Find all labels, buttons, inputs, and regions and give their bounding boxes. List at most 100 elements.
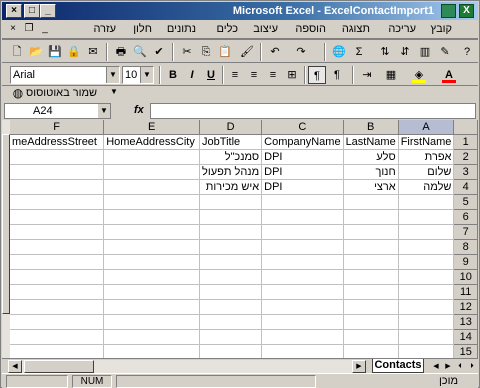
menu-help[interactable]: עזרה (94, 23, 116, 35)
cell-a10[interactable] (398, 269, 455, 285)
row-header[interactable]: 13 (453, 314, 478, 330)
cell-d1[interactable]: JobTitle (199, 134, 263, 150)
title-bar[interactable]: × □ _ Microsoft Excel - ExcelContactImpo… (2, 2, 478, 20)
cell-f8[interactable] (10, 239, 105, 255)
spelling-icon[interactable]: ✔ (150, 43, 168, 61)
cell-c9[interactable] (261, 254, 344, 270)
sheet-tab-contacts[interactable]: Contacts (372, 359, 424, 373)
cell-e13[interactable] (103, 314, 201, 330)
cell-c12[interactable] (261, 299, 344, 315)
cell-c6[interactable] (261, 209, 344, 225)
font-color-icon[interactable]: A (440, 66, 458, 84)
cell-b6[interactable] (343, 209, 399, 225)
cell-e2[interactable] (103, 149, 201, 165)
cell-b1[interactable]: LastName (343, 134, 399, 150)
cell-e7[interactable] (103, 224, 201, 240)
cell-d8[interactable] (199, 239, 263, 255)
cell-a4[interactable]: שלמה (398, 179, 455, 195)
align-left-icon[interactable]: ≡ (226, 66, 244, 84)
cell-a2[interactable]: אפרת (398, 149, 455, 165)
cell-c4[interactable]: DPI (261, 179, 344, 195)
open-icon[interactable]: 📂 (27, 43, 45, 61)
cell-f1[interactable]: meAddressStreet (10, 134, 105, 150)
sheet-table[interactable]: F E D C B A meAddressStreet HomeAddressCi… (10, 120, 478, 358)
paste-icon[interactable]: 📋 (216, 43, 234, 61)
chevron-down-icon[interactable]: ▼ (110, 87, 118, 96)
cell-b3[interactable]: חנוך (343, 164, 399, 180)
column-header-a[interactable]: A (398, 120, 455, 135)
merge-center-icon[interactable]: ⊞ (283, 66, 301, 84)
chevron-down-icon[interactable]: ▼ (106, 67, 119, 83)
minimize-button[interactable]: _ (40, 4, 56, 18)
scroll-right-icon[interactable]: ▶ (352, 360, 366, 373)
cell-d13[interactable] (199, 314, 263, 330)
undo-icon[interactable]: ↶ (266, 43, 284, 61)
cell-d6[interactable] (199, 209, 263, 225)
cell-e3[interactable] (103, 164, 201, 180)
cell-e14[interactable] (103, 329, 201, 345)
cell-a3[interactable]: שלום (398, 164, 455, 180)
mdi-close-button[interactable]: × (6, 23, 20, 36)
cell-b11[interactable] (343, 284, 399, 300)
cell-e10[interactable] (103, 269, 201, 285)
cell-c10[interactable] (261, 269, 344, 285)
row-header[interactable]: 5 (453, 194, 478, 210)
cell-d14[interactable] (199, 329, 263, 345)
cell-f7[interactable] (10, 224, 105, 240)
cell-f3[interactable] (10, 164, 105, 180)
tab-first-icon[interactable]: ⏴ (454, 361, 466, 372)
row-header[interactable]: 9 (453, 254, 478, 270)
cell-f6[interactable] (10, 209, 105, 225)
menu-view[interactable]: תצוגה (342, 23, 370, 35)
horizontal-scrollbar[interactable]: ◀ ▶ (8, 360, 366, 373)
row-header[interactable]: 4 (453, 179, 478, 195)
sort-descending-icon[interactable]: ⇵ (396, 43, 414, 61)
cell-c3[interactable]: DPI (261, 164, 344, 180)
rtl-direction-icon[interactable]: ¶ (308, 66, 326, 84)
cell-e1[interactable]: HomeAddressCity (103, 134, 201, 150)
cell-e9[interactable] (103, 254, 201, 270)
excel-icon[interactable]: X (459, 4, 474, 18)
cell-b15[interactable] (343, 344, 399, 358)
cell-e4[interactable] (103, 179, 201, 195)
menu-window[interactable]: חלון (133, 23, 152, 35)
italic-button[interactable]: I (183, 66, 201, 84)
indent-icon[interactable]: ⇥ (358, 66, 376, 84)
cell-f5[interactable] (10, 194, 105, 210)
cell-b12[interactable] (343, 299, 399, 315)
cell-c11[interactable] (261, 284, 344, 300)
cell-f10[interactable] (10, 269, 105, 285)
mdi-minimize-button[interactable]: _ (38, 23, 52, 36)
cell-f15[interactable] (10, 344, 105, 358)
cell-e15[interactable] (103, 344, 201, 358)
chevron-down-icon[interactable]: ▼ (98, 104, 110, 118)
cell-f14[interactable] (10, 329, 105, 345)
row-header[interactable]: 3 (453, 164, 478, 180)
print-icon[interactable]: 🖶 (112, 43, 130, 61)
cell-f12[interactable] (10, 299, 105, 315)
worksheet-grid[interactable]: F E D C B A meAddressStreet HomeAddressCi… (2, 120, 478, 358)
permission-icon[interactable]: 🔒 (65, 43, 83, 61)
cell-f2[interactable] (10, 149, 105, 165)
name-box[interactable]: A24 ▼ (4, 103, 111, 119)
cell-a12[interactable] (398, 299, 455, 315)
cell-b13[interactable] (343, 314, 399, 330)
row-header[interactable]: 6 (453, 209, 478, 225)
drawing-icon[interactable]: ✎ (436, 43, 454, 61)
cell-e6[interactable] (103, 209, 201, 225)
cell-f13[interactable] (10, 314, 105, 330)
cell-c15[interactable] (261, 344, 344, 358)
cell-c5[interactable] (261, 194, 344, 210)
cell-c8[interactable] (261, 239, 344, 255)
cell-a6[interactable] (398, 209, 455, 225)
cut-icon[interactable]: ✂ (178, 43, 196, 61)
cell-d4[interactable]: איש מכירות (199, 179, 263, 195)
cell-e12[interactable] (103, 299, 201, 315)
cell-e5[interactable] (103, 194, 201, 210)
row-header[interactable]: 8 (453, 239, 478, 255)
autoshape-icon[interactable]: ◍ (12, 86, 24, 101)
tab-scroll-left-icon[interactable]: ◀ (430, 361, 442, 372)
row-header[interactable]: 7 (453, 224, 478, 240)
vertical-scroll-thumb[interactable] (2, 134, 10, 314)
cell-b7[interactable] (343, 224, 399, 240)
